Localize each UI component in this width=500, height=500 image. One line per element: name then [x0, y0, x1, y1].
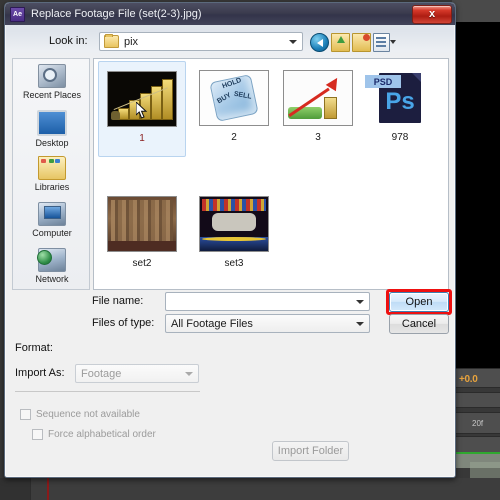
cancel-button[interactable]: Cancel: [389, 314, 449, 334]
sidebar-item-desktop[interactable]: Desktop: [13, 107, 91, 153]
network-icon: [37, 248, 66, 272]
chevron-down-icon: [289, 40, 297, 44]
gold-bars-chart-image: [107, 71, 177, 127]
file-item-1[interactable]: 1: [98, 61, 186, 157]
import-as-select[interactable]: Footage: [75, 364, 199, 383]
file-item-label: 1: [139, 133, 145, 144]
file-item-label: 3: [315, 132, 321, 143]
sidebar-item-label: Network: [35, 274, 69, 284]
lookin-row: Look in: pix: [5, 29, 455, 55]
file-list[interactable]: 1 BUY SELL HOLD 2 3 PSD Ps 978 set2 set3: [93, 58, 449, 290]
replace-footage-dialog: Ae Replace Footage File (set(2-3).jpg) x…: [4, 2, 456, 478]
screen: +0.0 20f Ae Replace Footage File (set(2-…: [0, 0, 500, 500]
psd-tag-label: PSD: [365, 75, 401, 88]
ae-right-strip: [470, 462, 500, 478]
back-icon[interactable]: [310, 33, 329, 52]
file-item-978[interactable]: PSD Ps 978: [356, 61, 444, 157]
up-folder-icon[interactable]: [331, 33, 350, 52]
desktop-icon: [37, 110, 67, 136]
title-bar[interactable]: Ae Replace Footage File (set(2-3).jpg) x: [5, 3, 455, 25]
filename-input[interactable]: [165, 292, 370, 311]
mouse-cursor-icon: [136, 102, 148, 119]
buy-sell-hold-dice-image: BUY SELL HOLD: [199, 70, 269, 126]
new-folder-icon[interactable]: [352, 33, 371, 52]
libraries-icon: [38, 156, 66, 180]
sidebar-item-label: Computer: [32, 228, 72, 238]
format-label: Format:: [15, 342, 53, 354]
sidebar-item-computer[interactable]: Computer: [13, 199, 91, 245]
ae-timeline-row-2: [452, 392, 500, 408]
after-effects-icon: Ae: [10, 6, 25, 22]
folder-icon: [104, 34, 119, 48]
file-item-3[interactable]: 3: [274, 61, 362, 157]
filetype-select[interactable]: All Footage Files: [165, 314, 370, 333]
places-sidebar: Recent Places Desktop Libraries Computer…: [12, 58, 90, 290]
chevron-down-icon[interactable]: [356, 322, 364, 326]
import-as-value: Footage: [81, 367, 122, 380]
file-item-label: 978: [391, 132, 409, 143]
views-icon[interactable]: [373, 33, 390, 52]
import-as-label: Import As:: [15, 367, 65, 379]
after-effects-icon-label: Ae: [13, 10, 22, 18]
open-button[interactable]: Open: [389, 292, 449, 312]
sidebar-item-label: Desktop: [35, 138, 69, 148]
library-bookshelf-image: [107, 196, 177, 252]
ae-top-strip: [452, 0, 500, 23]
chevron-down-icon[interactable]: [185, 372, 193, 376]
views-chevron-down-icon[interactable]: [390, 40, 396, 44]
ae-time-value: +0.0: [459, 374, 478, 385]
ae-preview-panel: [455, 22, 500, 374]
stage-set-image: [199, 196, 269, 252]
ae-frame-value: 20f: [472, 419, 484, 428]
window-title: Replace Footage File (set(2-3).jpg): [31, 8, 202, 20]
lookin-combo[interactable]: pix: [99, 32, 303, 51]
ae-lower-panel: [0, 478, 500, 500]
file-item-2[interactable]: BUY SELL HOLD 2: [190, 61, 278, 157]
lookin-label: Look in:: [49, 35, 88, 47]
filetype-value: All Footage Files: [171, 317, 253, 330]
sidebar-item-libraries[interactable]: Libraries: [13, 153, 91, 199]
lookin-value: pix: [124, 35, 139, 48]
ae-lower-panel-left: [0, 478, 31, 500]
close-button[interactable]: x: [412, 5, 452, 24]
photoshop-ps-mark: Ps: [385, 88, 415, 115]
ae-playhead[interactable]: [47, 478, 49, 500]
computer-icon: [38, 202, 66, 226]
recent-places-icon: [38, 64, 66, 88]
force-alphabetical-checkbox[interactable]: [32, 429, 43, 440]
sidebar-item-label: Recent Places: [22, 90, 82, 100]
file-item-label: set3: [224, 258, 244, 269]
file-item-set2[interactable]: set2: [98, 187, 186, 283]
photoshop-psd-file-icon: PSD Ps: [365, 70, 435, 126]
filetype-label: Files of type:: [92, 317, 155, 329]
ae-render-line: [455, 452, 500, 454]
ae-panel-divider: [30, 478, 31, 500]
filename-label: File name:: [92, 295, 144, 307]
import-folder-button[interactable]: Import Folder: [272, 441, 349, 461]
sidebar-item-recent-places[interactable]: Recent Places: [13, 61, 91, 107]
file-item-set3[interactable]: set3: [190, 187, 278, 283]
sequence-checkbox[interactable]: [20, 409, 31, 420]
file-item-label: 2: [231, 132, 237, 143]
sequence-checkbox-label: Sequence not available: [36, 409, 140, 420]
sidebar-item-label: Libraries: [34, 182, 70, 192]
file-item-label: set2: [132, 258, 152, 269]
red-arrow-growth-image: [283, 70, 353, 126]
options-divider: [15, 391, 200, 392]
force-alphabetical-checkbox-label: Force alphabetical order: [48, 429, 156, 440]
sidebar-item-network[interactable]: Network: [13, 245, 91, 291]
chevron-down-icon[interactable]: [356, 300, 364, 304]
close-icon: x: [428, 8, 436, 20]
